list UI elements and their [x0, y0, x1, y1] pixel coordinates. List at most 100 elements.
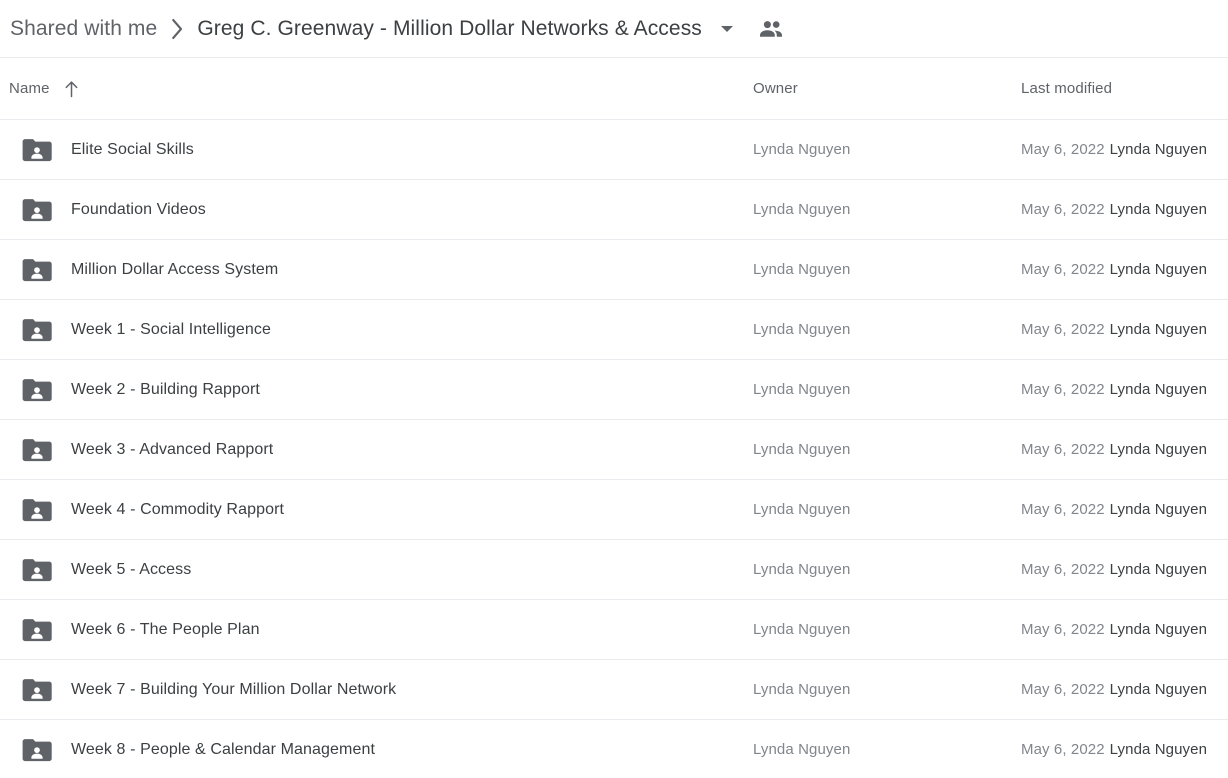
- shared-folder-icon: [22, 558, 52, 582]
- row-modified-by: Lynda Nguyen: [1109, 621, 1208, 638]
- table-row[interactable]: Million Dollar Access System Lynda Nguye…: [0, 240, 1228, 300]
- row-modified-date: May 6, 2022: [1021, 561, 1105, 578]
- row-last-modified-cell: May 6, 2022 Lynda Nguyen: [1010, 381, 1228, 398]
- row-name-label: Week 7 - Building Your Million Dollar Ne…: [71, 680, 397, 698]
- row-modified-by: Lynda Nguyen: [1109, 321, 1208, 338]
- row-name-label: Week 4 - Commodity Rapport: [71, 500, 285, 518]
- row-modified-date: May 6, 2022: [1021, 321, 1105, 338]
- row-modified-by: Lynda Nguyen: [1109, 681, 1208, 698]
- row-name-label: Million Dollar Access System: [71, 260, 279, 278]
- column-header-owner[interactable]: Owner: [742, 80, 1010, 97]
- row-modified-by: Lynda Nguyen: [1109, 381, 1208, 398]
- row-last-modified-cell: May 6, 2022 Lynda Nguyen: [1010, 561, 1228, 578]
- table-row[interactable]: Foundation Videos Lynda Nguyen May 6, 20…: [0, 180, 1228, 240]
- shared-folder-icon: [22, 198, 52, 222]
- shared-folder-icon: [22, 138, 52, 162]
- row-last-modified-cell: May 6, 2022 Lynda Nguyen: [1010, 621, 1228, 638]
- row-owner-cell: Lynda Nguyen: [753, 681, 851, 698]
- row-name-label: Foundation Videos: [71, 200, 206, 218]
- shared-folder-icon: [22, 258, 52, 282]
- row-owner-cell: Lynda Nguyen: [753, 381, 851, 398]
- row-name-cell: Week 8 - People & Calendar Management: [0, 738, 742, 762]
- row-name-cell: Week 7 - Building Your Million Dollar Ne…: [0, 678, 742, 702]
- row-name-label: Week 5 - Access: [71, 560, 192, 578]
- row-last-modified-cell: May 6, 2022 Lynda Nguyen: [1010, 261, 1228, 278]
- row-owner-cell: Lynda Nguyen: [753, 441, 851, 458]
- table-row[interactable]: Week 5 - Access Lynda Nguyen May 6, 2022…: [0, 540, 1228, 600]
- chevron-down-icon[interactable]: [710, 12, 744, 46]
- row-owner-cell: Lynda Nguyen: [753, 141, 851, 158]
- row-owner-cell: Lynda Nguyen: [753, 261, 851, 278]
- row-last-modified-cell: May 6, 2022 Lynda Nguyen: [1010, 321, 1228, 338]
- row-modified-by: Lynda Nguyen: [1109, 261, 1208, 278]
- table-row[interactable]: Week 1 - Social Intelligence Lynda Nguye…: [0, 300, 1228, 360]
- row-name-cell: Foundation Videos: [0, 198, 742, 222]
- row-name-label: Week 6 - The People Plan: [71, 620, 260, 638]
- row-modified-by: Lynda Nguyen: [1109, 201, 1208, 218]
- row-owner-cell: Lynda Nguyen: [753, 621, 851, 638]
- row-name-cell: Million Dollar Access System: [0, 258, 742, 282]
- table-column-headers: Name Owner Last modified: [0, 58, 1228, 120]
- row-name-label: Week 1 - Social Intelligence: [71, 320, 271, 338]
- row-modified-date: May 6, 2022: [1021, 741, 1105, 758]
- row-owner-cell: Lynda Nguyen: [753, 321, 851, 338]
- column-header-name[interactable]: Name: [0, 80, 742, 98]
- row-modified-date: May 6, 2022: [1021, 501, 1105, 518]
- breadcrumb-parent-link[interactable]: Shared with me: [10, 17, 157, 41]
- row-modified-date: May 6, 2022: [1021, 201, 1105, 218]
- column-header-name-label: Name: [9, 80, 50, 97]
- file-list: Elite Social Skills Lynda Nguyen May 6, …: [0, 120, 1228, 778]
- row-last-modified-cell: May 6, 2022 Lynda Nguyen: [1010, 141, 1228, 158]
- row-modified-by: Lynda Nguyen: [1109, 741, 1208, 758]
- shared-folder-icon: [22, 678, 52, 702]
- column-header-last-modified[interactable]: Last modified: [1010, 80, 1228, 97]
- table-row[interactable]: Week 4 - Commodity Rapport Lynda Nguyen …: [0, 480, 1228, 540]
- arrow-up-icon: [64, 80, 79, 98]
- row-last-modified-cell: May 6, 2022 Lynda Nguyen: [1010, 441, 1228, 458]
- row-name-cell: Week 1 - Social Intelligence: [0, 318, 742, 342]
- row-name-label: Week 3 - Advanced Rapport: [71, 440, 274, 458]
- shared-folder-icon: [22, 738, 52, 762]
- row-modified-date: May 6, 2022: [1021, 261, 1105, 278]
- row-modified-date: May 6, 2022: [1021, 621, 1105, 638]
- row-modified-by: Lynda Nguyen: [1109, 441, 1208, 458]
- shared-folder-icon: [22, 498, 52, 522]
- table-row[interactable]: Elite Social Skills Lynda Nguyen May 6, …: [0, 120, 1228, 180]
- table-row[interactable]: Week 6 - The People Plan Lynda Nguyen Ma…: [0, 600, 1228, 660]
- breadcrumb-current-folder[interactable]: Greg C. Greenway - Million Dollar Networ…: [197, 17, 702, 41]
- row-name-cell: Week 4 - Commodity Rapport: [0, 498, 742, 522]
- table-row[interactable]: Week 3 - Advanced Rapport Lynda Nguyen M…: [0, 420, 1228, 480]
- breadcrumb: Shared with me Greg C. Greenway - Millio…: [0, 0, 1228, 58]
- row-owner-cell: Lynda Nguyen: [753, 501, 851, 518]
- row-modified-by: Lynda Nguyen: [1109, 141, 1208, 158]
- table-row[interactable]: Week 2 - Building Rapport Lynda Nguyen M…: [0, 360, 1228, 420]
- row-name-cell: Week 3 - Advanced Rapport: [0, 438, 742, 462]
- row-owner-cell: Lynda Nguyen: [753, 201, 851, 218]
- row-modified-by: Lynda Nguyen: [1109, 561, 1208, 578]
- chevron-right-icon: [157, 18, 197, 40]
- row-modified-by: Lynda Nguyen: [1109, 501, 1208, 518]
- row-modified-date: May 6, 2022: [1021, 681, 1105, 698]
- shared-folder-icon: [22, 378, 52, 402]
- table-row[interactable]: Week 7 - Building Your Million Dollar Ne…: [0, 660, 1228, 720]
- shared-folder-icon: [22, 318, 52, 342]
- table-row[interactable]: Week 8 - People & Calendar Management Ly…: [0, 720, 1228, 778]
- shared-folder-icon: [22, 438, 52, 462]
- shared-folder-icon: [22, 618, 52, 642]
- row-owner-cell: Lynda Nguyen: [753, 561, 851, 578]
- row-modified-date: May 6, 2022: [1021, 381, 1105, 398]
- row-last-modified-cell: May 6, 2022 Lynda Nguyen: [1010, 501, 1228, 518]
- row-name-label: Week 8 - People & Calendar Management: [71, 740, 376, 758]
- row-last-modified-cell: May 6, 2022 Lynda Nguyen: [1010, 681, 1228, 698]
- row-last-modified-cell: May 6, 2022 Lynda Nguyen: [1010, 201, 1228, 218]
- row-name-cell: Elite Social Skills: [0, 138, 742, 162]
- row-name-label: Elite Social Skills: [71, 140, 194, 158]
- row-name-cell: Week 5 - Access: [0, 558, 742, 582]
- row-name-cell: Week 6 - The People Plan: [0, 618, 742, 642]
- row-name-label: Week 2 - Building Rapport: [71, 380, 260, 398]
- row-name-cell: Week 2 - Building Rapport: [0, 378, 742, 402]
- people-shared-icon[interactable]: [754, 12, 788, 46]
- row-modified-date: May 6, 2022: [1021, 141, 1105, 158]
- row-modified-date: May 6, 2022: [1021, 441, 1105, 458]
- row-owner-cell: Lynda Nguyen: [753, 741, 851, 758]
